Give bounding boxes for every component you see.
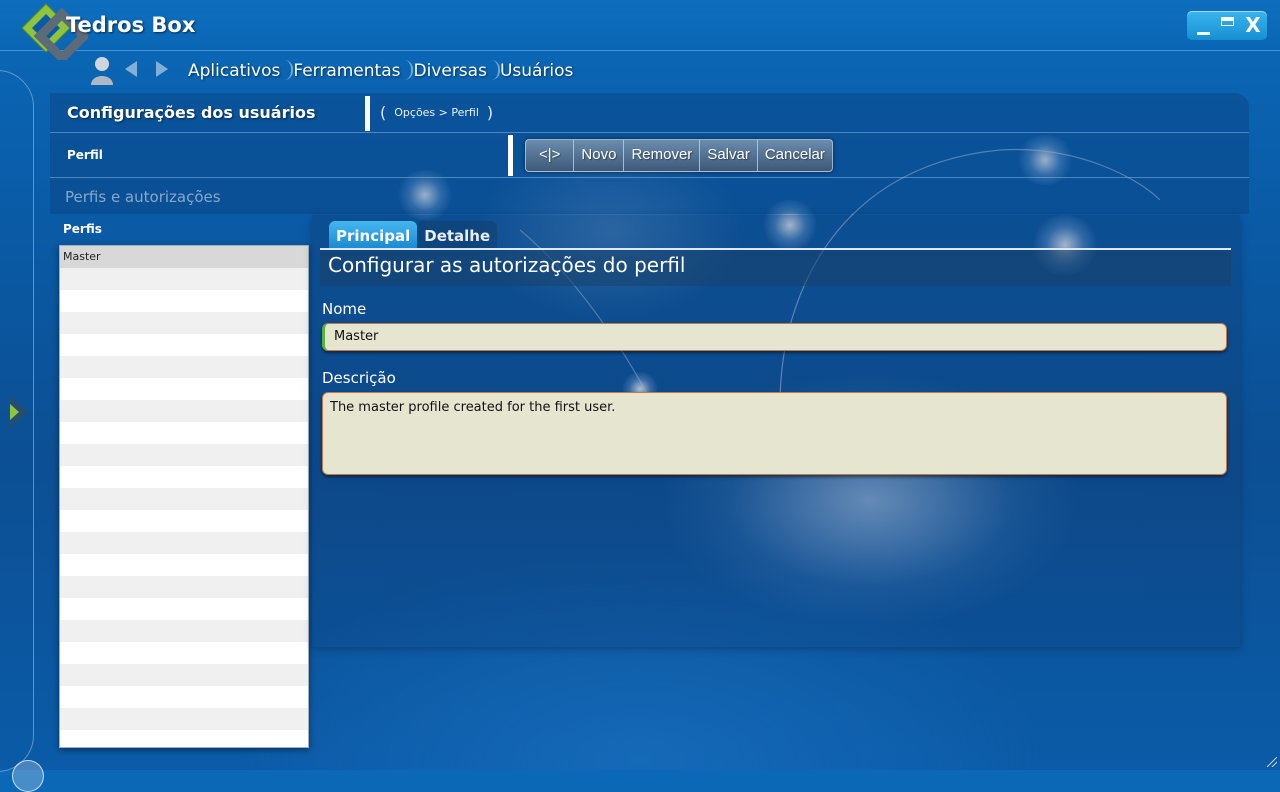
breadcrumb-item[interactable]: Usuários	[500, 61, 573, 81]
close-button[interactable]: X	[1240, 11, 1266, 40]
name-label: Nome	[322, 300, 367, 318]
section-path-text: Opções > Perfil	[394, 105, 479, 119]
subsection-row: Perfis e autorizações	[50, 178, 1249, 214]
section-path: ( Opções > Perfil )	[380, 101, 493, 123]
breadcrumb-item[interactable]: Diversas	[413, 61, 486, 81]
profiles-list[interactable]: Master	[59, 245, 309, 748]
save-button[interactable]: Salvar	[700, 140, 758, 171]
list-row-empty	[60, 532, 308, 554]
description-field[interactable]: The master profile created for the first…	[322, 392, 1227, 475]
name-field[interactable]: Master	[322, 323, 1227, 351]
list-row-empty	[60, 686, 308, 708]
section-row: Configurações dos usuários ( Opções > Pe…	[50, 93, 1249, 133]
list-item[interactable]: Master	[60, 246, 308, 268]
list-row-empty	[60, 554, 308, 576]
list-row-empty	[60, 444, 308, 466]
list-row-empty	[60, 708, 308, 730]
minimize-button[interactable]	[1189, 11, 1215, 40]
resize-grip-icon[interactable]	[1267, 757, 1277, 767]
toggle-panel-button[interactable]: <|>	[526, 140, 575, 171]
user-avatar-icon[interactable]	[90, 55, 114, 85]
tab-bar: Principal Detalhe	[329, 221, 498, 249]
section-title: Configurações dos usuários	[67, 103, 316, 122]
maximize-button[interactable]	[1215, 11, 1241, 40]
list-row-empty	[60, 576, 308, 598]
list-row-empty	[60, 642, 308, 664]
subsection-title: Perfis e autorizações	[65, 188, 221, 206]
list-row-empty	[60, 400, 308, 422]
app-title: Tedros Box	[66, 13, 196, 37]
breadcrumb-separator	[284, 60, 294, 82]
list-row-empty	[60, 422, 308, 444]
divider	[365, 96, 370, 131]
title-bar: Tedros Box X	[0, 0, 1280, 60]
breadcrumb-item[interactable]: Ferramentas	[293, 61, 400, 81]
list-row-empty	[60, 334, 308, 356]
back-arrow-icon[interactable]	[125, 61, 137, 77]
forward-arrow-icon[interactable]	[156, 61, 168, 77]
list-row-empty	[60, 664, 308, 686]
list-row-empty	[60, 312, 308, 334]
description-label: Descrição	[322, 369, 396, 387]
new-button[interactable]: Novo	[574, 140, 625, 171]
remove-button[interactable]: Remover	[624, 140, 701, 171]
list-row-empty	[60, 466, 308, 488]
list-row-empty	[60, 598, 308, 620]
tab-detalhe[interactable]: Detalhe	[417, 221, 498, 249]
path-close-paren: )	[486, 102, 494, 122]
list-row-empty	[60, 510, 308, 532]
window-controls: X	[1187, 11, 1267, 40]
detail-panel: Principal Detalhe Configurar as autoriza…	[312, 215, 1240, 647]
profile-row: Perfil <|> Novo Remover Salvar Cancelar	[50, 133, 1249, 178]
detail-title: Configurar as autorizações do perfil	[328, 253, 686, 277]
cancel-button[interactable]: Cancelar	[758, 140, 832, 171]
list-row-empty	[60, 356, 308, 378]
tab-principal[interactable]: Principal	[329, 221, 418, 249]
bottom-circle-icon[interactable]	[12, 760, 44, 792]
list-row-empty	[60, 290, 308, 312]
breadcrumb-separator	[491, 60, 500, 82]
breadcrumb-separator	[404, 60, 414, 82]
list-row-empty	[60, 378, 308, 400]
expand-sidebar-icon[interactable]	[4, 392, 28, 432]
breadcrumb: Aplicativos Ferramentas Diversas Usuário…	[188, 59, 573, 83]
list-row-empty	[60, 268, 308, 290]
header-panel: Configurações dos usuários ( Opções > Pe…	[50, 93, 1249, 214]
list-row-empty	[60, 488, 308, 510]
breadcrumb-item[interactable]: Aplicativos	[188, 61, 280, 81]
path-open-paren: (	[380, 102, 387, 122]
list-row-empty	[60, 620, 308, 642]
list-row-empty	[60, 730, 308, 747]
profile-title: Perfil	[67, 148, 103, 162]
profiles-list-title: Perfis	[63, 222, 102, 236]
toolbar: <|> Novo Remover Salvar Cancelar	[525, 139, 833, 172]
divider	[508, 135, 513, 176]
